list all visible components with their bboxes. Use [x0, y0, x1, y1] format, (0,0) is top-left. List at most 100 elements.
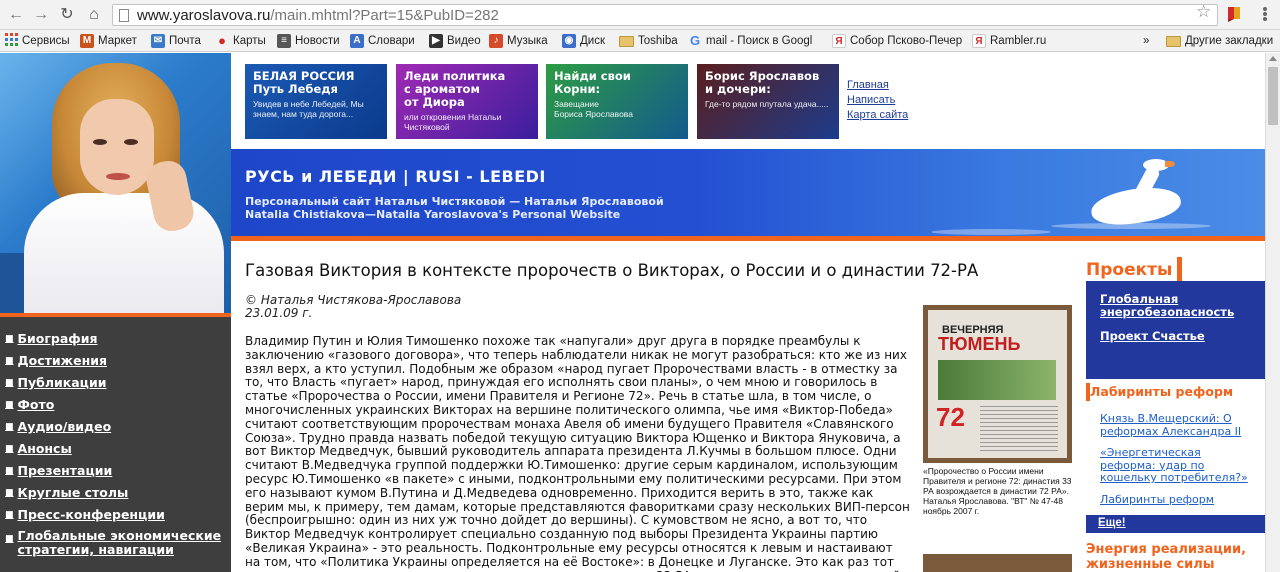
menu-item-achievements[interactable]: ■ Достижения	[0, 353, 231, 375]
bookmark-star-icon[interactable]: ☆	[1196, 2, 1211, 22]
projects-heading: Проекты	[1084, 257, 1182, 283]
yandex-icon: Я	[972, 34, 986, 48]
menu-item-photo[interactable]: ■ Фото	[0, 397, 231, 419]
video-play-icon: ▶	[429, 34, 443, 48]
left-sidebar: ■ Биография ■ Достижения ■ Публикации ■ Фото…	[0, 53, 231, 572]
web-page: ■ Биография ■ Достижения ■ Публикации ■ Фото…	[0, 53, 1280, 572]
bookmark-item[interactable]: ◉ Диск	[562, 33, 605, 49]
bookmark-item[interactable]: ♪ Музыка	[489, 33, 548, 49]
extension-flag-icon[interactable]	[1226, 6, 1242, 22]
bookmark-item[interactable]: Gmail - Поиск в Googl	[688, 33, 812, 49]
main-menu: ■ Биография ■ Достижения ■ Публикации ■ Фото…	[0, 331, 231, 563]
bookmark-item[interactable]: ✉ Почта	[151, 33, 201, 49]
back-arrow-icon[interactable]: ←	[6, 5, 26, 25]
article-title: Газовая Виктория в контексте пророчеств …	[245, 261, 979, 280]
bullet-icon: ■	[5, 510, 14, 520]
bullet-icon: ■	[5, 466, 14, 476]
bookmark-item[interactable]: ● Карты	[215, 33, 266, 49]
more-box: Еще!	[1086, 515, 1265, 533]
link-write[interactable]: Написать	[847, 93, 908, 108]
image-caption: «Пророчество о России имени Правителя и …	[923, 466, 1072, 516]
bookmarks-more-button[interactable]: »	[1143, 33, 1149, 49]
promo-boris-yaroslavov[interactable]: Борис Ярославов и дочери: Где-то рядом п…	[697, 64, 839, 139]
author-portrait	[0, 53, 231, 317]
yandex-icon: Я	[832, 34, 846, 48]
bullet-icon: ■	[5, 444, 14, 454]
bookmark-item[interactable]: М Маркет	[80, 33, 137, 49]
folder-icon	[1166, 35, 1181, 47]
right-sidebar: Проекты Глобальная энергобезопасность Пр…	[1084, 255, 1265, 572]
labyrinths-list: Князь В.Мещерский: О реформах Александра…	[1100, 412, 1258, 515]
home-icon[interactable]: ⌂	[84, 5, 104, 25]
scroll-thumb[interactable]	[1268, 67, 1278, 125]
mail-icon: ✉	[151, 34, 165, 48]
bookmark-item[interactable]: A Словари	[350, 33, 415, 49]
dictionary-icon: A	[350, 34, 364, 48]
menu-item-announcements[interactable]: ■ Анонсы	[0, 441, 231, 463]
music-icon: ♪	[489, 34, 503, 48]
bookmark-item[interactable]: Я Собор Псково-Печер	[832, 33, 962, 49]
energy-heading: Энергия реализации, жизненные силы	[1086, 542, 1247, 572]
folder-icon	[619, 35, 634, 47]
menu-item-round-tables[interactable]: ■ Круглые столы	[0, 485, 231, 507]
browser-menu-icon[interactable]	[1258, 6, 1272, 22]
site-subtitle-en: Natalia Chistiakova—Natalia Yaroslavova'…	[245, 208, 621, 221]
menu-item-press-conferences[interactable]: ■ Пресс-конференции	[0, 507, 231, 529]
menu-item-biography[interactable]: ■ Биография	[0, 331, 231, 353]
link-global-energy-security[interactable]: Глобальная энергобезопасность	[1100, 293, 1251, 319]
page-scrollbar[interactable]	[1265, 53, 1280, 572]
link-home[interactable]: Главная	[847, 78, 908, 93]
header-links: Главная Написать Карта сайта	[847, 78, 908, 123]
market-icon: М	[80, 34, 94, 48]
bookmark-item[interactable]: Toshiba	[619, 33, 678, 49]
google-icon: G	[689, 33, 701, 48]
bookmark-item[interactable]: Сервисы	[5, 33, 70, 49]
link-project-happiness[interactable]: Проект Счастье	[1100, 330, 1251, 343]
newspaper-image: ВЕЧЕРНЯЯ ТЮМЕНЬ 72	[923, 305, 1072, 463]
disk-icon: ◉	[562, 34, 576, 48]
bullet-icon: ■	[5, 422, 14, 432]
scroll-up-icon[interactable]	[1269, 56, 1277, 61]
url-text: www.yaroslavova.ru/main.mhtml?Part=15&Pu…	[137, 7, 499, 24]
menu-item-publications[interactable]: ■ Публикации	[0, 375, 231, 397]
labyrinths-heading: Лабиринты реформ	[1086, 383, 1265, 401]
apps-grid-icon	[5, 33, 18, 49]
site-banner: РУСЬ и ЛЕБЕДИ | RUSI - LEBEDI Персональн…	[231, 149, 1265, 241]
address-bar[interactable]: www.yaroslavova.ru/main.mhtml?Part=15&Pu…	[112, 4, 1218, 26]
article-author: © Наталья Чистякова-Ярославова 23.01.09 …	[245, 293, 462, 320]
header-promos: БЕЛАЯ РОССИЯ Путь Лебедя Увидев в небе Л…	[231, 53, 1265, 149]
article-body: Владимир Путин и Юлия Тимошенко похоже т…	[245, 334, 910, 572]
bullet-icon: ■	[5, 400, 14, 410]
menu-item-audio-video[interactable]: ■ Аудио/видео	[0, 419, 231, 441]
projects-box: Глобальная энергобезопасность Проект Сча…	[1086, 281, 1265, 379]
bookmarks-bar: Сервисы М Маркет ✉ Почта ● Карты ≡ Новости A…	[0, 30, 1280, 52]
more-link[interactable]: Еще!	[1098, 517, 1126, 529]
bullet-icon: ■	[5, 488, 14, 498]
forward-arrow-icon[interactable]: →	[31, 5, 51, 25]
bookmark-item[interactable]: Я Rambler.ru	[972, 33, 1046, 49]
link-energy-reform[interactable]: «Энергетическая реформа: удар по кошельк…	[1100, 446, 1258, 485]
promo-lady-politics[interactable]: Леди политика с ароматом от Диора или от…	[396, 64, 538, 139]
bookmark-item[interactable]: ≡ Новости	[277, 33, 340, 49]
link-meshchersky[interactable]: Князь В.Мещерский: О реформах Александра…	[1100, 412, 1258, 438]
map-pin-icon: ●	[218, 33, 226, 48]
reload-icon[interactable]: ↻	[57, 5, 77, 25]
bookmark-item[interactable]: ▶ Видео	[429, 33, 481, 49]
menu-item-global-strategies[interactable]: ■ Глобальные экономические стратегии, нав…	[0, 529, 231, 563]
page-icon	[119, 9, 129, 22]
site-subtitle-ru: Персональный сайт Натальи Чистяковой — Н…	[245, 195, 664, 208]
news-icon: ≡	[277, 34, 291, 48]
bullet-icon: ■	[5, 378, 14, 388]
link-sitemap[interactable]: Карта сайта	[847, 108, 908, 123]
menu-item-presentations[interactable]: ■ Презентации	[0, 463, 231, 485]
bullet-icon: ■	[5, 334, 14, 344]
browser-toolbar: ← → ↻ ⌂ www.yaroslavova.ru/main.mhtml?Pa…	[0, 0, 1280, 30]
link-labyrinths-reforms[interactable]: Лабиринты реформ	[1100, 493, 1258, 507]
article: Газовая Виктория в контексте пророчеств …	[231, 241, 1076, 572]
bullet-icon: ■	[5, 356, 14, 366]
secondary-image	[923, 554, 1072, 572]
promo-roots[interactable]: Найди свои Корни: Завещание Бориса Яросл…	[546, 64, 688, 139]
promo-white-russia[interactable]: БЕЛАЯ РОССИЯ Путь Лебедя Увидев в небе Л…	[245, 64, 387, 139]
site-title: РУСЬ и ЛЕБЕДИ | RUSI - LEBEDI	[245, 167, 546, 186]
other-bookmarks-button[interactable]: Другие закладки	[1166, 33, 1273, 49]
